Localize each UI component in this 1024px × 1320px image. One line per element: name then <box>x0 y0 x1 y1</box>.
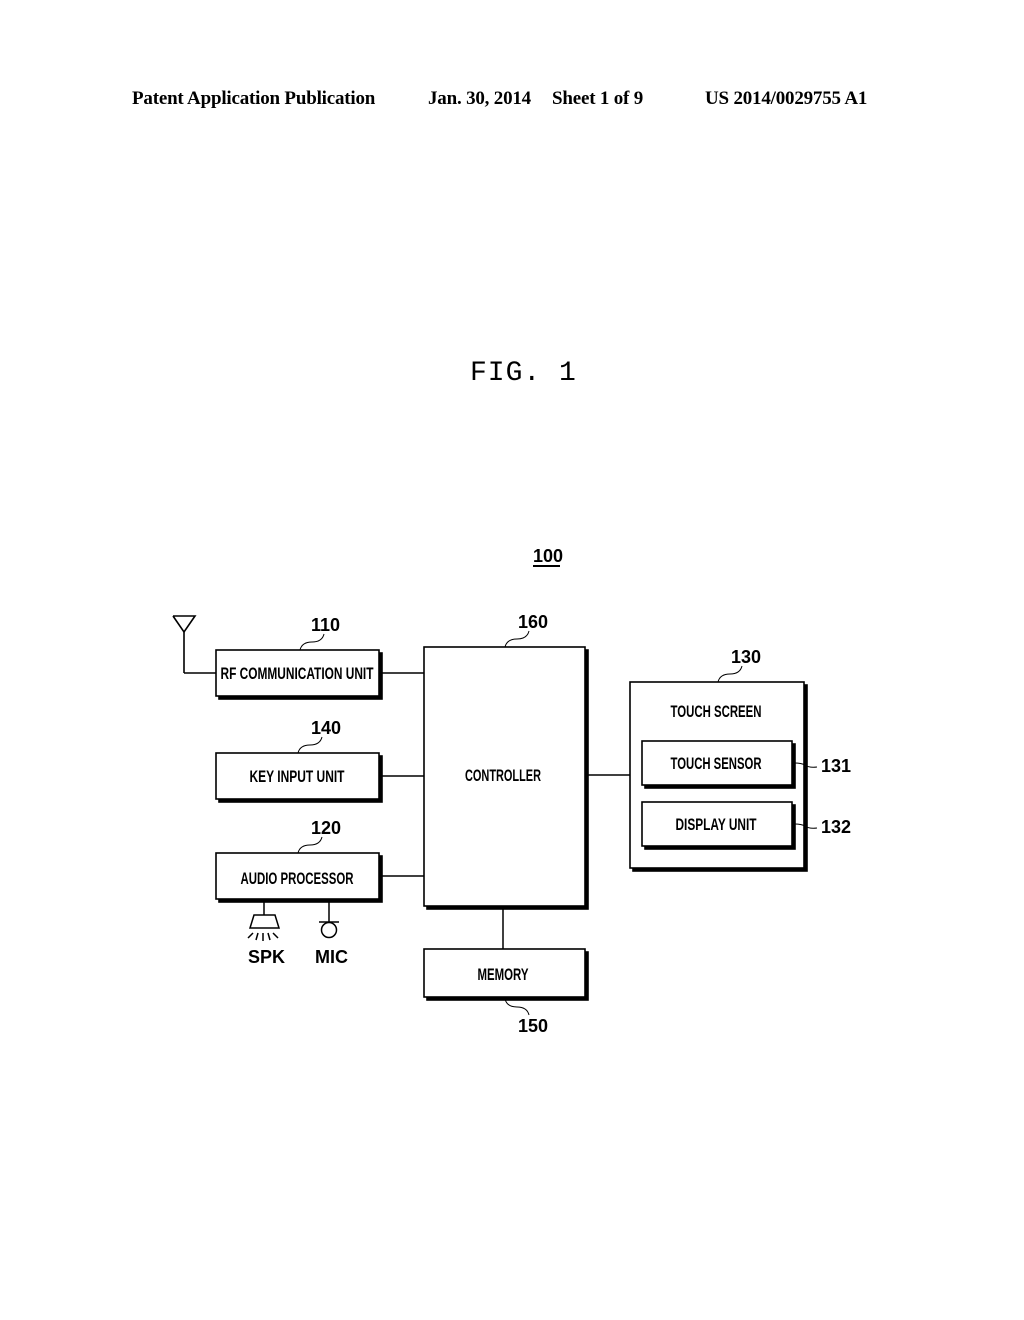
touch-sensor-label: TOUCH SENSOR <box>671 754 762 773</box>
microphone-label: MIC <box>315 947 348 967</box>
key-input-leader-line <box>297 736 323 754</box>
memory-label: MEMORY <box>478 965 529 984</box>
key-input-unit-label: KEY INPUT UNIT <box>250 767 345 786</box>
audio-leader-line <box>297 836 323 854</box>
key-input-unit-block: KEY INPUT UNIT <box>215 752 380 800</box>
microphone-icon <box>319 899 339 939</box>
memory-leader-line <box>504 998 530 1016</box>
speaker-label: SPK <box>248 947 285 967</box>
system-ref-label: 100 <box>533 546 563 566</box>
speaker-icon <box>247 899 281 941</box>
touch-screen-leader-line <box>717 665 743 683</box>
controller-leader-line <box>504 630 530 648</box>
key-input-ref-label: 140 <box>311 718 341 738</box>
touch-screen-ref-label: 130 <box>731 647 761 667</box>
memory-block: MEMORY <box>423 948 586 998</box>
antenna-icon <box>172 615 216 674</box>
rf-leader-line <box>299 633 325 651</box>
block-diagram: 100 RF COMMUNICATION UNIT 110 KEY INPUT … <box>172 546 851 1036</box>
touch-sensor-block: TOUCH SENSOR <box>641 740 793 786</box>
display-unit-block: DISPLAY UNIT <box>641 801 793 847</box>
display-unit-ref-label: 132 <box>821 817 851 837</box>
audio-processor-label: AUDIO PROCESSOR <box>241 869 354 888</box>
controller-label: CONTROLLER <box>465 766 541 785</box>
touch-screen-label: TOUCH SCREEN <box>671 702 762 721</box>
controller-block: CONTROLLER <box>423 646 586 907</box>
audio-ref-label: 120 <box>311 818 341 838</box>
memory-ref-label: 150 <box>518 1016 548 1036</box>
touch-sensor-ref-label: 131 <box>821 756 851 776</box>
display-unit-label: DISPLAY UNIT <box>676 815 757 834</box>
controller-ref-label: 160 <box>518 612 548 632</box>
audio-processor-block: AUDIO PROCESSOR <box>215 852 380 900</box>
rf-communication-unit-block: RF COMMUNICATION UNIT <box>215 649 380 697</box>
rf-communication-unit-label: RF COMMUNICATION UNIT <box>221 664 374 683</box>
rf-ref-label: 110 <box>311 615 340 635</box>
